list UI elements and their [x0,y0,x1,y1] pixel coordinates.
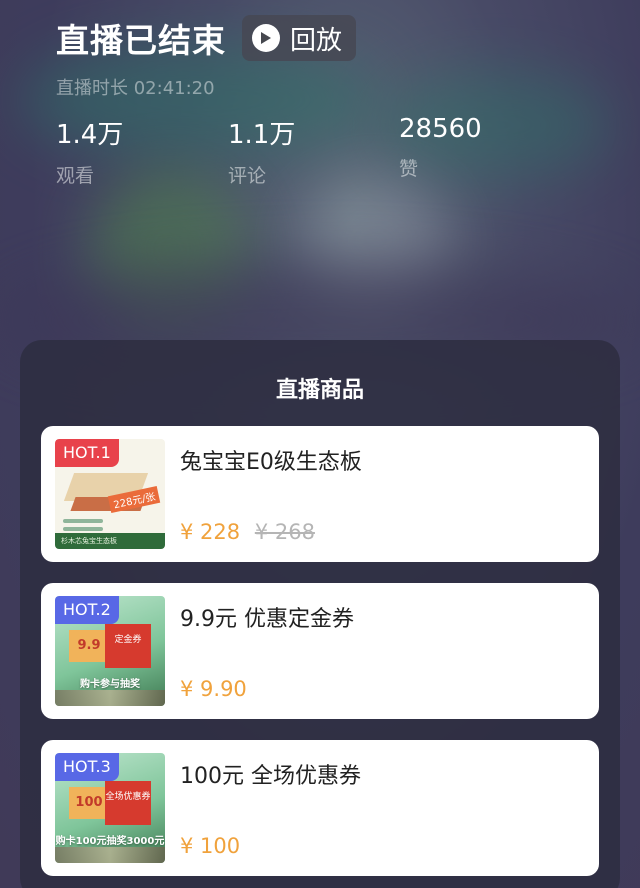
original-price: ¥ 268 [254,520,315,544]
hot-badge: HOT.3 [55,753,119,781]
product-name: 兔宝宝E0级生态板 [180,450,362,475]
page-title: 直播已结束 [56,21,226,60]
hot-badge: HOT.1 [55,439,119,467]
replay-label: 回放 [290,25,343,56]
stat-comments: 1.1万 评论 [228,114,295,188]
play-icon [252,24,280,52]
coupon-graphic: 100 [69,787,109,819]
product-card[interactable]: HOT.2 9.9 定金券 购卡参与抽奖 9.9元 优惠定金券 ¥ 9.90 [41,583,599,719]
replay-button[interactable]: 回放 [242,15,357,61]
product-name: 100元 全场优惠券 [180,764,361,789]
product-thumbnail[interactable]: HOT.3 100 全场优惠券 购卡100元抽奖3000元 [55,753,165,863]
stat-label: 观看 [56,165,95,187]
stat-label: 赞 [399,158,419,180]
product-price: ¥ 9.90 [180,677,247,701]
live-ended-header: 直播已结束 回放 直播时长 02:41:20 [56,14,620,100]
stat-views: 1.4万 观看 [56,114,123,188]
coupon-graphic: 全场优惠券 [105,781,151,825]
thumb-caption: 杉木芯兔宝生态板 [55,533,165,549]
thumb-caption: 购卡100元抽奖3000元 [55,836,165,847]
stats-row: 1.4万 观看 1.1万 评论 28560 赞 [56,114,616,187]
hot-badge: HOT.2 [55,596,119,624]
title-row: 直播已结束 回放 [56,14,620,62]
stat-value: 28560 [399,114,482,144]
current-price: ¥ 100 [180,834,241,858]
product-price: ¥ 100 [180,834,240,858]
stat-label: 评论 [228,165,267,187]
current-price: ¥ 9.90 [180,677,247,701]
live-products-panel: 直播商品 HOT.1 228元/张 杉木芯兔宝生态板 兔宝宝E0级生态板 ¥ 2… [20,340,620,888]
stat-likes: 28560 赞 [399,114,482,181]
floor-graphic [55,847,165,863]
stat-value: 1.1万 [228,120,296,150]
product-thumbnail[interactable]: HOT.2 9.9 定金券 购卡参与抽奖 [55,596,165,706]
product-price: ¥ 228 ¥ 268 [180,520,315,544]
thumb-caption: 购卡参与抽奖 [80,679,140,690]
product-name: 9.9元 优惠定金券 [180,607,354,632]
product-card[interactable]: HOT.3 100 全场优惠券 购卡100元抽奖3000元 100元 全场优惠券… [41,740,599,876]
product-thumbnail[interactable]: HOT.1 228元/张 杉木芯兔宝生态板 [55,439,165,549]
current-price: ¥ 228 [180,520,241,544]
coupon-graphic: 9.9 [69,630,109,662]
stat-value: 1.4万 [56,120,124,150]
panel-title: 直播商品 [275,378,364,403]
live-duration: 直播时长 02:41:20 [56,78,215,99]
floor-graphic [55,690,165,706]
coupon-graphic: 定金券 [105,624,151,668]
product-card[interactable]: HOT.1 228元/张 杉木芯兔宝生态板 兔宝宝E0级生态板 ¥ 228 ¥ … [41,426,599,562]
